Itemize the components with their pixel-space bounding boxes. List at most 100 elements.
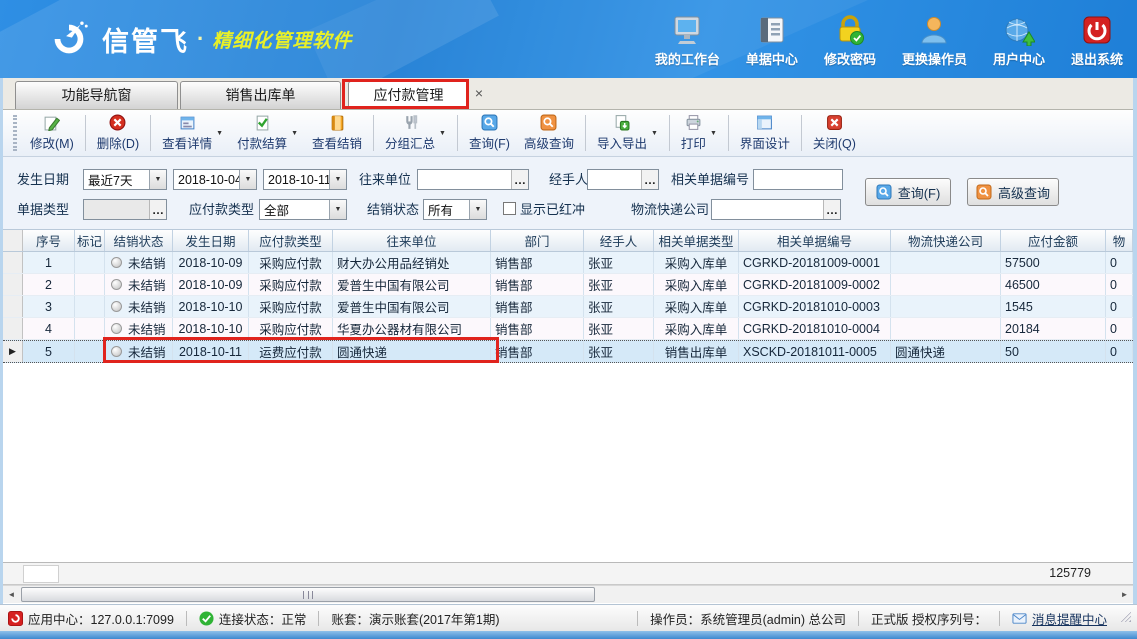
banner-item-3[interactable]: 修改密码 bbox=[824, 14, 876, 68]
operator-status: 操作员：系统管理员(admin) 总公司 bbox=[650, 609, 846, 628]
date-range-select-value: 最近7天 bbox=[84, 170, 149, 189]
column-header-8[interactable]: 经手人 bbox=[584, 230, 654, 251]
cell-text: 2018-10-11 bbox=[179, 345, 242, 359]
chevron-down-icon[interactable]: ▼ bbox=[291, 130, 298, 137]
tab-3[interactable]: 应付款管理 bbox=[348, 81, 469, 109]
chevron-down-icon[interactable]: ▼ bbox=[329, 170, 346, 189]
chevron-down-icon[interactable]: ▼ bbox=[439, 130, 446, 137]
toolbar-button-6[interactable]: 分组汇总▼ bbox=[378, 112, 453, 154]
banner-item-5[interactable]: 用户中心 bbox=[993, 14, 1045, 68]
column-header-9[interactable]: 相关单据类型 bbox=[654, 230, 739, 251]
logistics-input[interactable]: … bbox=[711, 199, 841, 220]
toolbar-button-10[interactable]: 打印▼ bbox=[674, 112, 724, 154]
toolbar-button-8[interactable]: 高级查询 bbox=[517, 112, 581, 154]
scrollbar-thumb[interactable] bbox=[21, 587, 595, 602]
cell-date: 2018-10-09 bbox=[173, 274, 249, 295]
toolbar-button-11[interactable]: 界面设计 bbox=[733, 112, 797, 154]
column-header-7[interactable]: 部门 bbox=[491, 230, 584, 251]
show-red-checkbox[interactable] bbox=[503, 202, 516, 215]
toolbar-button-label: 界面设计 bbox=[740, 133, 790, 152]
chevron-down-icon[interactable]: ▼ bbox=[651, 130, 658, 137]
column-header-6[interactable]: 往来单位 bbox=[333, 230, 491, 251]
column-header-11[interactable]: 物流快递公司 bbox=[891, 230, 1001, 251]
table-row[interactable]: 4未结销2018-10-10采购应付款华夏办公器材有限公司销售部张亚采购入库单C… bbox=[3, 318, 1133, 340]
chevron-down-icon[interactable]: ▼ bbox=[710, 130, 717, 137]
column-header-4[interactable]: 发生日期 bbox=[173, 230, 249, 251]
show-red-label: 显示已红冲 bbox=[520, 199, 585, 220]
payable-type-label: 应付款类型 bbox=[189, 199, 254, 220]
cell-text: 销售部 bbox=[495, 275, 533, 294]
doc-type-input[interactable]: … bbox=[83, 199, 167, 220]
row-selector[interactable] bbox=[3, 274, 23, 295]
column-header-1[interactable]: 序号 bbox=[23, 230, 75, 251]
scroll-right-icon[interactable]: ► bbox=[1116, 586, 1133, 603]
toolbar-button-5[interactable]: 查看结销 bbox=[305, 112, 369, 154]
toolbar-button-12[interactable]: 关闭(Q) bbox=[806, 112, 863, 154]
chevron-down-icon[interactable]: ▼ bbox=[216, 130, 223, 137]
date-range-select[interactable]: 最近7天▼ bbox=[83, 169, 167, 190]
toolbar-button-label: 关闭(Q) bbox=[813, 133, 856, 152]
message-center-text[interactable]: 消息提醒中心 bbox=[1032, 609, 1107, 628]
tab-close-icon[interactable]: × bbox=[471, 86, 487, 102]
settle-state-select[interactable]: 所有▼ bbox=[423, 199, 487, 220]
date-from-select[interactable]: 2018-10-04▼ bbox=[173, 169, 257, 190]
tab-2[interactable]: 销售出库单 bbox=[180, 81, 341, 109]
toolbar-button-2[interactable]: 删除(D) bbox=[90, 112, 146, 154]
chevron-down-icon[interactable]: ▼ bbox=[469, 200, 486, 219]
table-row[interactable]: ▶5未结销2018-10-11运费应付款圆通快递销售部张亚销售出库单XSCKD-… bbox=[3, 340, 1133, 363]
table-row[interactable]: 2未结销2018-10-09采购应付款爱普生中国有限公司销售部张亚采购入库单CG… bbox=[3, 274, 1133, 296]
toolbar-grip[interactable] bbox=[13, 115, 17, 151]
scroll-left-icon[interactable]: ◄ bbox=[3, 586, 20, 603]
chevron-down-icon[interactable]: ▼ bbox=[149, 170, 166, 189]
cell-text: 华夏办公器材有限公司 bbox=[337, 319, 462, 338]
cell-logistics bbox=[891, 274, 1001, 295]
search-blue-icon bbox=[481, 114, 498, 131]
connection-ok-icon bbox=[199, 611, 214, 626]
banner-item-2[interactable]: 单据中心 bbox=[746, 14, 798, 68]
column-header-10[interactable]: 相关单据编号 bbox=[739, 230, 891, 251]
banner-item-6[interactable]: 退出系统 bbox=[1071, 14, 1123, 68]
payable-type-select[interactable]: 全部▼ bbox=[259, 199, 347, 220]
toolbar-button-1[interactable]: 修改(M) bbox=[23, 112, 81, 154]
ellipsis-button[interactable]: … bbox=[641, 170, 658, 189]
cell-text: 0 bbox=[1110, 300, 1117, 314]
mail-icon bbox=[1012, 611, 1027, 626]
toolbar-button-9[interactable]: 导入导出▼ bbox=[590, 112, 665, 154]
horizontal-scrollbar[interactable]: ◄ ► bbox=[3, 585, 1133, 603]
doc-no-input[interactable] bbox=[753, 169, 843, 190]
column-header-2[interactable]: 标记 bbox=[75, 230, 105, 251]
delete-icon bbox=[109, 114, 126, 131]
cell-text: 张亚 bbox=[588, 342, 613, 361]
ellipsis-button[interactable]: … bbox=[511, 170, 528, 189]
row-selector[interactable] bbox=[3, 296, 23, 317]
partner-input[interactable]: … bbox=[417, 169, 529, 190]
column-header-3[interactable]: 结销状态 bbox=[105, 230, 173, 251]
banner-item-label: 用户中心 bbox=[993, 49, 1045, 68]
column-header-12[interactable]: 应付金额 bbox=[1001, 230, 1106, 251]
column-header-5[interactable]: 应付款类型 bbox=[249, 230, 333, 251]
summary-cell bbox=[23, 565, 59, 583]
chevron-down-icon[interactable]: ▼ bbox=[329, 200, 346, 219]
toolbar-button-3[interactable]: 查看详情▼ bbox=[155, 112, 230, 154]
agent-input[interactable]: … bbox=[587, 169, 659, 190]
column-header-13[interactable]: 物 bbox=[1106, 230, 1133, 251]
chevron-down-icon[interactable]: ▼ bbox=[239, 170, 256, 189]
ellipsis-button[interactable]: … bbox=[149, 200, 166, 219]
table-row[interactable]: 1未结销2018-10-09采购应付款财大办公用品经销处销售部张亚采购入库单CG… bbox=[3, 252, 1133, 274]
row-selector[interactable]: ▶ bbox=[3, 341, 23, 362]
toolbar-button-7[interactable]: 查询(F) bbox=[462, 112, 517, 154]
row-selector[interactable] bbox=[3, 318, 23, 339]
resize-grip[interactable] bbox=[1121, 612, 1131, 622]
date-to-select[interactable]: 2018-10-11▼ bbox=[263, 169, 347, 190]
row-selector[interactable] bbox=[3, 252, 23, 273]
banner-item-1[interactable]: 我的工作台 bbox=[655, 14, 720, 68]
message-center-link[interactable]: 消息提醒中心 bbox=[1012, 609, 1107, 628]
ellipsis-button[interactable]: … bbox=[823, 200, 840, 219]
query-button[interactable]: 查询(F) bbox=[865, 178, 951, 206]
table-row[interactable]: 3未结销2018-10-10采购应付款爱普生中国有限公司销售部张亚采购入库单CG… bbox=[3, 296, 1133, 318]
advanced-query-button[interactable]: 高级查询 bbox=[967, 178, 1059, 206]
tab-1[interactable]: 功能导航窗 bbox=[15, 81, 178, 109]
status-separator bbox=[637, 611, 638, 626]
toolbar-button-4[interactable]: 付款结算▼ bbox=[230, 112, 305, 154]
banner-item-4[interactable]: 更换操作员 bbox=[902, 14, 967, 68]
